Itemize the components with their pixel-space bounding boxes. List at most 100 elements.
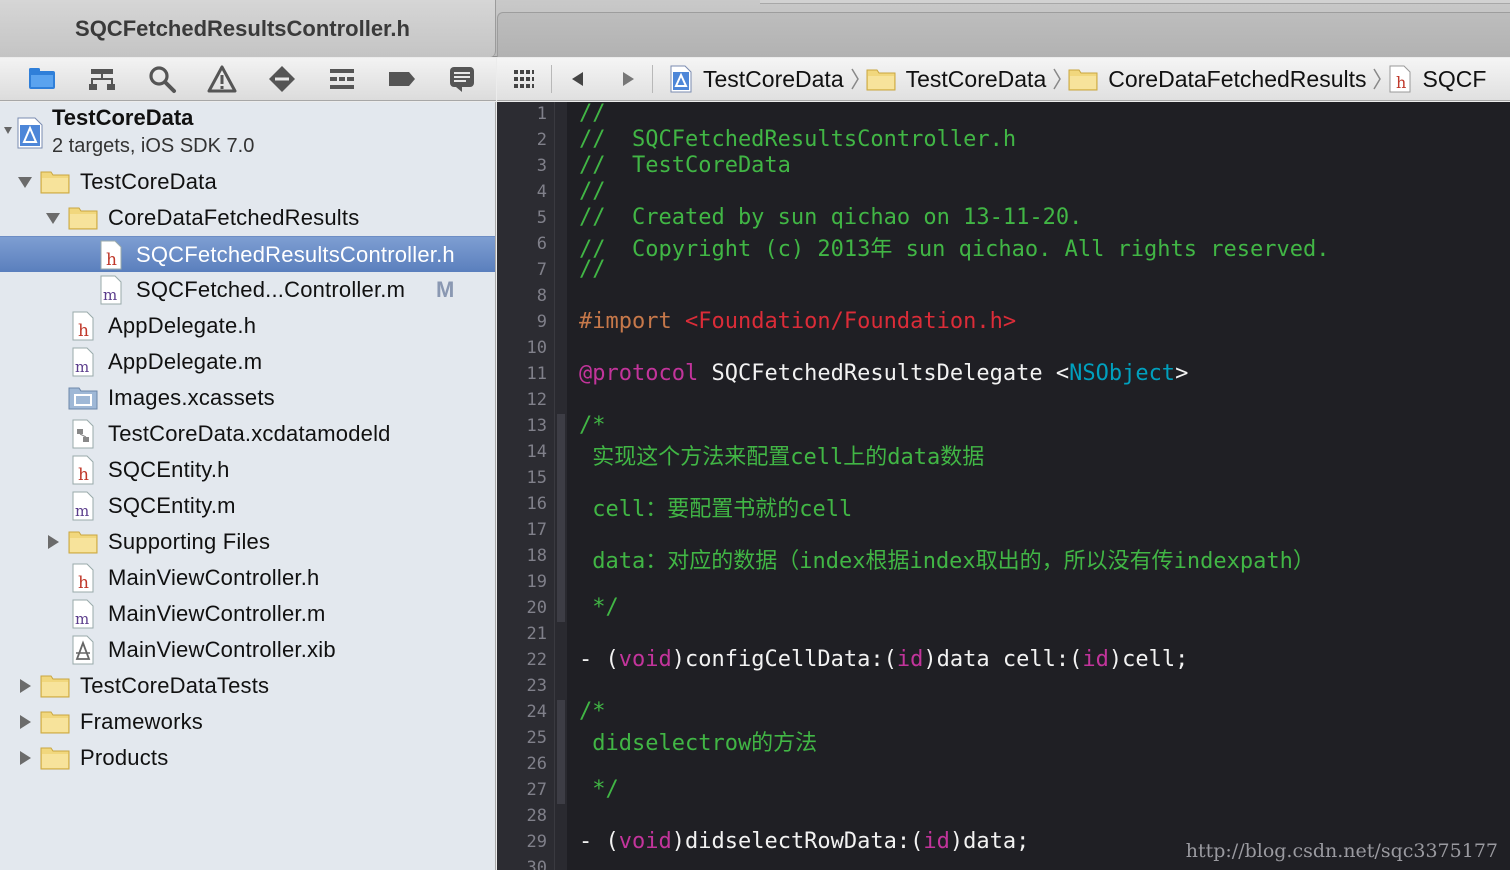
- project-navigator-button[interactable]: [12, 59, 72, 99]
- tree-row-label: Supporting Files: [108, 529, 271, 554]
- code-line[interactable]: #import <Foundation/Foundation.h>: [579, 309, 1016, 334]
- disclosure-triangle-closed-icon[interactable]: [16, 749, 34, 767]
- tree-row-label: SQCEntity.h: [108, 457, 230, 482]
- code-line[interactable]: didselectrow的方法: [579, 725, 817, 757]
- disclosure-triangle-closed-icon[interactable]: [16, 713, 34, 731]
- tree-row[interactable]: Supporting Files: [0, 524, 495, 560]
- tree-row[interactable]: m SQCEntity.m: [0, 488, 495, 524]
- log-navigator-button[interactable]: [432, 59, 492, 99]
- folder-icon: [68, 207, 98, 230]
- tree-row-label: SQCFetchedResultsController.h: [136, 241, 455, 267]
- svg-text:h: h: [78, 321, 89, 341]
- find-navigator-button[interactable]: [132, 59, 192, 99]
- related-items-button[interactable]: [497, 58, 551, 100]
- disclosure-triangle-open-icon[interactable]: [4, 124, 14, 136]
- folder-icon: [1068, 69, 1098, 91]
- code-token-plain: - (: [579, 829, 619, 854]
- folder-icon: [40, 675, 70, 698]
- disclosure-triangle-open-icon[interactable]: [44, 209, 62, 227]
- code-line[interactable]: cell：要配置书就的cell: [579, 491, 852, 523]
- code-line[interactable]: 实现这个方法来配置cell上的data数据: [579, 439, 984, 471]
- tree-row-label: SQCEntity.m: [108, 493, 236, 518]
- code-line[interactable]: data：对应的数据（index根据index取出的，所以没有传indexpat…: [579, 543, 1315, 575]
- code-token-comment: /*: [579, 413, 606, 438]
- debug-navigator-button[interactable]: [312, 59, 372, 99]
- disclosure-triangle-closed-icon[interactable]: [16, 677, 34, 695]
- tree-row[interactable]: Products: [0, 740, 495, 776]
- chevron-left-icon: [572, 72, 583, 86]
- issue-navigator-button[interactable]: [192, 59, 252, 99]
- svg-text:m: m: [75, 502, 89, 520]
- code-line[interactable]: @protocol SQCFetchedResultsDelegate <NSO…: [579, 361, 1188, 386]
- line-number: 10: [526, 338, 547, 358]
- tree-row[interactable]: h SQCFetchedResultsController.h: [0, 236, 495, 272]
- code-line[interactable]: - (void)didselectRowData:(id)data;: [579, 829, 1029, 854]
- code-token-plain: - (: [579, 647, 619, 672]
- code-line[interactable]: //: [579, 102, 606, 126]
- tree-row[interactable]: h SQCEntity.h: [0, 452, 495, 488]
- tree-row[interactable]: MainViewController.xib: [0, 632, 495, 668]
- tree-row[interactable]: CoreDataFetchedResults: [0, 200, 495, 236]
- tree-row[interactable]: h AppDelegate.h: [0, 308, 495, 344]
- tab-active[interactable]: SQCFetchedResultsController.h: [0, 0, 496, 57]
- line-number: 16: [526, 494, 547, 514]
- header-file-icon: h: [100, 240, 122, 270]
- breadcrumb-group[interactable]: TestCoreData: [866, 58, 1046, 100]
- code-token-plain: >: [1175, 361, 1189, 386]
- tree-row[interactable]: TestCoreData: [0, 164, 495, 200]
- code-line[interactable]: // Created by sun qichao on 13-11-20.: [579, 205, 1082, 230]
- chevron-right-icon: [844, 58, 866, 100]
- line-number: 5: [536, 208, 547, 228]
- tree-row[interactable]: m SQCFetched...Controller.m M: [0, 272, 495, 308]
- tree-row[interactable]: TestCoreData.xcdatamodeld: [0, 416, 495, 452]
- line-number: 26: [526, 754, 547, 774]
- code-line[interactable]: */: [579, 777, 619, 802]
- code-line[interactable]: /*: [579, 699, 606, 724]
- tree-row[interactable]: Images.xcassets: [0, 380, 495, 416]
- code-line[interactable]: // Copyright (c) 2013年 sun qichao. All r…: [579, 231, 1329, 263]
- code-fold-marker[interactable]: [557, 700, 565, 804]
- line-number: 2: [536, 130, 547, 150]
- code-line[interactable]: // SQCFetchedResultsController.h: [579, 127, 1016, 152]
- forward-button[interactable]: [604, 58, 652, 100]
- tree-row[interactable]: TestCoreDataTests: [0, 668, 495, 704]
- tree-row-icon: [40, 167, 70, 197]
- tree-row[interactable]: m MainViewController.m: [0, 596, 495, 632]
- code-line[interactable]: //: [579, 179, 606, 204]
- code-line[interactable]: // TestCoreData: [579, 153, 791, 178]
- svg-text:m: m: [75, 610, 89, 628]
- tree-row[interactable]: Frameworks: [0, 704, 495, 740]
- tab-bar-shadow: [760, 0, 1510, 4]
- tree-row-icon: m: [68, 347, 94, 377]
- watermark: http://blog.csdn.net/sqc3375177: [1185, 840, 1498, 862]
- tree-row[interactable]: m AppDelegate.m: [0, 344, 495, 380]
- data-model-icon: [72, 419, 94, 449]
- code-line[interactable]: */: [579, 595, 619, 620]
- header-file-icon: h: [72, 563, 94, 593]
- test-navigator-button[interactable]: [252, 59, 312, 99]
- source-editor[interactable]: //// SQCFetchedResultsController.h// Tes…: [497, 102, 1510, 870]
- code-line[interactable]: - (void)configCellData:(id)data cell:(id…: [579, 647, 1188, 672]
- breadcrumb-project[interactable]: TestCoreData: [669, 58, 844, 100]
- tree-row-icon: h: [68, 455, 94, 485]
- line-number: 4: [536, 182, 547, 202]
- breadcrumb-file[interactable]: h SQCF: [1388, 58, 1486, 100]
- tree-row[interactable]: h MainViewController.h: [0, 560, 495, 596]
- tab-inactive[interactable]: [497, 12, 1510, 57]
- breadcrumb-subgroup[interactable]: CoreDataFetchedResults: [1068, 58, 1366, 100]
- implementation-file-icon: m: [100, 275, 122, 305]
- project-root[interactable]: TestCoreData 2 targets, iOS SDK 7.0: [0, 102, 495, 166]
- code-token-comment: //: [579, 257, 606, 282]
- code-line[interactable]: /*: [579, 413, 606, 438]
- code-line[interactable]: //: [579, 257, 606, 282]
- tree-row-icon: [68, 635, 94, 665]
- code-fold-marker[interactable]: [557, 414, 565, 622]
- symbol-navigator-button[interactable]: [72, 59, 132, 99]
- header-file-icon: h: [1389, 65, 1411, 93]
- disclosure-triangle-open-icon[interactable]: [16, 173, 34, 191]
- code-token-plain: )data cell:(: [923, 647, 1083, 672]
- disclosure-triangle-closed-icon[interactable]: [44, 533, 62, 551]
- breakpoint-navigator-button[interactable]: [372, 59, 432, 99]
- back-button[interactable]: [552, 58, 604, 100]
- tag-icon: [389, 72, 415, 86]
